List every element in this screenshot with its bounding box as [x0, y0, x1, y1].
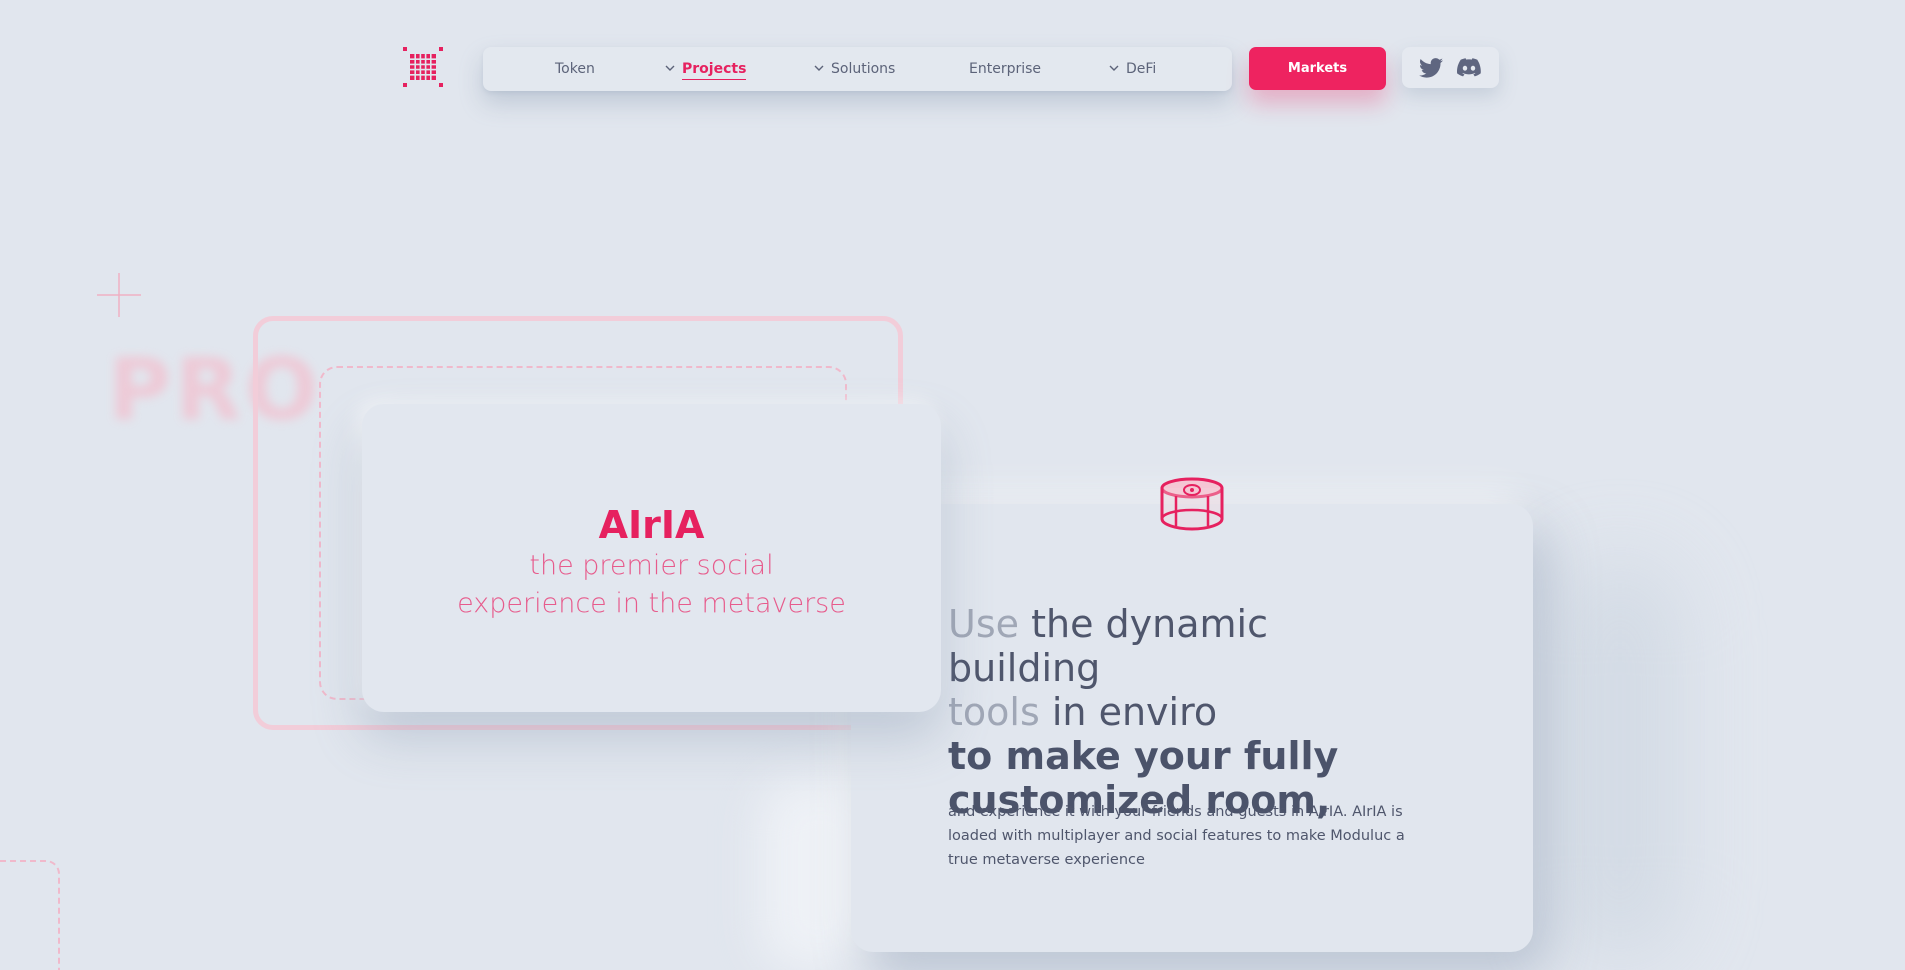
nav-item-label: Token [555, 61, 595, 77]
tagline-line-2: experience in the metaverse [457, 588, 846, 619]
feature-headline: Use the dynamic building tools in enviro… [948, 602, 1408, 822]
nav-item-enterprise[interactable]: Enterprise [969, 47, 1041, 91]
decorative-dashed-corner [0, 860, 60, 970]
discord-icon[interactable] [1457, 57, 1481, 79]
plus-decoration-icon [97, 273, 141, 317]
main-nav: Token Projects Solutions Enterprise DeFi [483, 47, 1232, 91]
nav-item-label: Solutions [831, 61, 896, 77]
headline-dim-word: Use [948, 602, 1019, 646]
hero-title-card: AIrIA the premier social experience in t… [362, 404, 941, 712]
headline-text: in enviro [1039, 690, 1218, 734]
hero-title: AIrIA the premier social experience in t… [362, 504, 941, 622]
social-links [1402, 47, 1499, 88]
chevron-down-icon [814, 65, 824, 71]
nav-item-defi[interactable]: DeFi [1108, 47, 1156, 91]
room-icon [1160, 477, 1224, 531]
grid-logo[interactable] [403, 47, 443, 87]
headline-line: Use the dynamic building [948, 602, 1408, 690]
twitter-icon[interactable] [1419, 57, 1443, 79]
nav-item-token[interactable]: Token [555, 47, 595, 91]
chevron-down-icon [665, 65, 675, 71]
nav-item-label: Projects [682, 61, 747, 80]
chevron-down-icon [1109, 65, 1119, 71]
tagline-line-1: the premier social [529, 550, 774, 581]
headline-dim-word: tools [948, 690, 1040, 734]
feature-description: and experience it with your friends and … [948, 803, 1405, 868]
nav-item-solutions[interactable]: Solutions [813, 47, 895, 91]
headline-line: tools in enviro [948, 690, 1408, 734]
app-name: AIrIA [598, 503, 705, 547]
nav-item-label: DeFi [1126, 61, 1157, 77]
markets-button[interactable]: Markets [1249, 47, 1386, 90]
decorative-glow [1560, 560, 1680, 960]
nav-item-label: Enterprise [969, 61, 1042, 77]
nav-item-projects[interactable]: Projects [664, 47, 747, 91]
